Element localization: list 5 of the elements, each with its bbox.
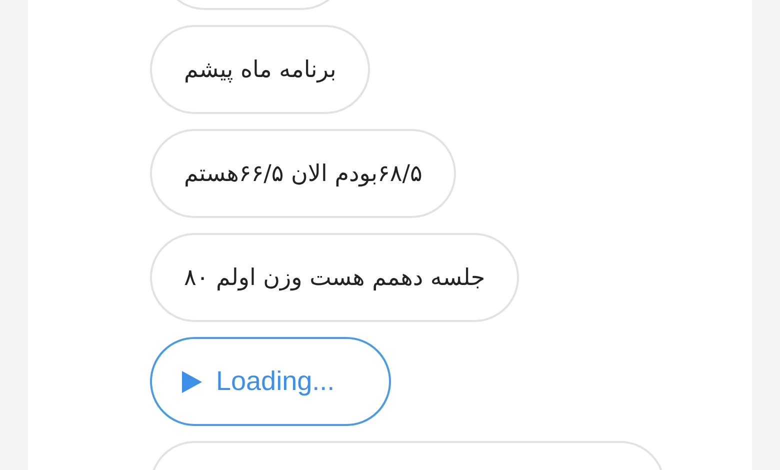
voice-message-button[interactable]: Loading... (150, 337, 391, 426)
message-bubble: ۶۸/۵بودم الان ۶۶/۵هستم (150, 129, 456, 218)
play-icon (182, 370, 202, 392)
message-bubble: برنامه ماه پیشم (150, 25, 370, 114)
message-bubble: جلسه دهمم هست وزن اولم ۸۰ (150, 233, 520, 322)
